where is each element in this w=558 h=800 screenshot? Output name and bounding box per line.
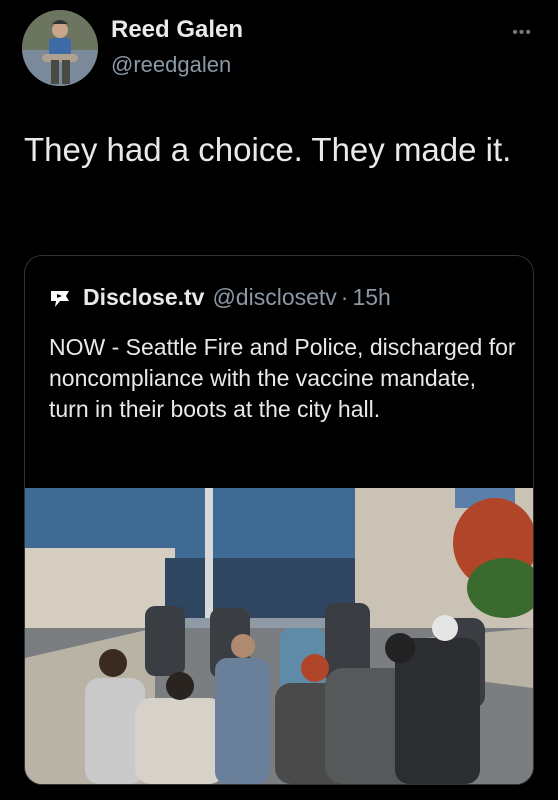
avatar-photo — [22, 10, 98, 86]
avatar[interactable] — [22, 10, 98, 86]
quoted-tweet-image[interactable] — [25, 488, 533, 784]
photo-people-climbing-city-hall-steps — [25, 488, 533, 784]
disclose-logo-icon — [51, 290, 69, 307]
quoted-timestamp[interactable]: 15h — [352, 284, 390, 311]
quoted-tweet-header: Disclose.tv @disclosetv · 15h — [49, 284, 391, 311]
author-name[interactable]: Reed Galen — [111, 16, 243, 44]
author-handle[interactable]: @reedgalen — [111, 52, 231, 78]
separator-dot: · — [340, 284, 349, 310]
quoted-tweet[interactable]: Disclose.tv @disclosetv · 15h NOW - Seat… — [24, 255, 534, 785]
quoted-author-handle[interactable]: @disclosetv — [212, 284, 336, 311]
quoted-tweet-text: NOW - Seattle Fire and Police, discharge… — [49, 334, 516, 422]
tweet-text: They had a choice. They made it. — [24, 131, 512, 168]
more-options-icon[interactable]: ••• — [512, 24, 532, 42]
quoted-author-name[interactable]: Disclose.tv — [83, 284, 204, 311]
